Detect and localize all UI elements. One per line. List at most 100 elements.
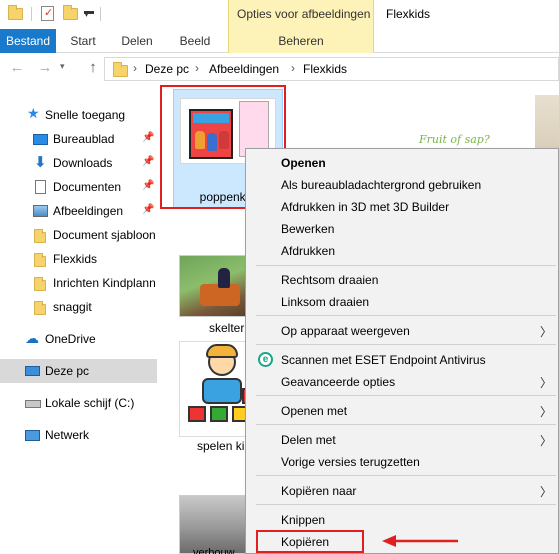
contextual-tab-header: Opties voor afbeeldingen: [228, 0, 374, 29]
menu-item-rotate-left[interactable]: Linksom draaien: [246, 291, 558, 313]
menu-separator: [256, 424, 556, 425]
network-icon: [25, 430, 40, 441]
menu-separator: [256, 475, 556, 476]
menu-separator: [256, 395, 556, 396]
ribbon-tabs: Bestand Start Delen Beeld Beheren: [0, 29, 559, 53]
folder-icon: [34, 229, 46, 246]
menu-separator: [256, 344, 556, 345]
annotation-highlight-box: [256, 530, 364, 553]
desktop-icon: [33, 134, 48, 145]
toolbar-separator: [100, 7, 101, 21]
nav-item-flexkids[interactable]: Flexkids: [0, 247, 157, 271]
cloud-icon: ☁: [25, 330, 39, 346]
tab-view[interactable]: Beeld: [172, 29, 218, 53]
nav-item-pictures[interactable]: Afbeeldingen 📌: [0, 199, 157, 223]
tab-start[interactable]: Start: [60, 29, 106, 53]
menu-item-advanced-options[interactable]: Geavanceerde opties 〉: [246, 371, 558, 393]
nav-item-documents[interactable]: Documenten 📌: [0, 175, 157, 199]
toolbar-separator: [31, 7, 32, 21]
tab-manage[interactable]: Beheren: [228, 29, 374, 53]
window-title: Flexkids: [386, 7, 431, 21]
nav-label: snaggit: [53, 300, 92, 314]
breadcrumb-separator-icon[interactable]: ›: [133, 61, 137, 75]
customize-toolbar-dropdown[interactable]: ▬ ▾: [84, 6, 94, 28]
forward-arrow-icon[interactable]: →: [36, 59, 54, 76]
folder-icon: [34, 253, 46, 270]
nav-label: Snelle toegang: [45, 108, 126, 122]
menu-item-open-with[interactable]: Openen met 〉: [246, 400, 558, 422]
menu-item-restore-versions[interactable]: Vorige versies terugzetten: [246, 451, 558, 473]
nav-item-local-disk[interactable]: Lokale schijf (C:): [0, 391, 157, 415]
menu-item-eset-scan[interactable]: e Scannen met ESET Endpoint Antivirus: [246, 349, 558, 371]
nav-label: OneDrive: [45, 332, 96, 346]
nav-item-document-template[interactable]: Document sjabloon: [0, 223, 157, 247]
file-name[interactable]: spelen ki: [197, 439, 244, 453]
up-arrow-icon[interactable]: ↑: [84, 59, 102, 76]
breadcrumb-this-pc[interactable]: Deze pc: [145, 62, 189, 76]
tab-file[interactable]: Bestand: [0, 29, 56, 53]
back-arrow-icon[interactable]: ←: [8, 59, 26, 76]
menu-separator: [256, 265, 556, 266]
documents-icon: [35, 180, 46, 194]
pin-icon: 📌: [142, 132, 155, 143]
nav-label: Downloads: [53, 156, 113, 170]
nav-label: Inrichten Kindplann: [53, 276, 156, 290]
address-row: ← → ▾ ↑ › Deze pc › Afbeeldingen › Flexk…: [0, 53, 559, 85]
folder-icon: [34, 277, 46, 294]
menu-item-cut[interactable]: Knippen: [246, 509, 558, 531]
breadcrumb-separator-icon[interactable]: ›: [195, 61, 199, 75]
tab-share[interactable]: Delen: [114, 29, 160, 53]
submenu-arrow-icon: 〉: [540, 376, 553, 390]
nav-item-downloads[interactable]: ⬇ Downloads 📌: [0, 151, 157, 175]
menu-item-print-3d[interactable]: Afdrukken in 3D met 3D Builder: [246, 196, 558, 218]
nav-quick-access[interactable]: ★ Snelle toegang: [0, 103, 157, 127]
nav-label: Bureaublad: [53, 132, 115, 146]
nav-item-onedrive[interactable]: ☁ OneDrive: [0, 327, 157, 351]
menu-item-share-with[interactable]: Delen met 〉: [246, 429, 558, 451]
nav-item-network[interactable]: Netwerk: [0, 423, 157, 447]
quick-access-toolbar: ▬▾ Opties voor afbeeldingen Flexkids: [0, 0, 559, 29]
nav-label: Netwerk: [45, 428, 90, 442]
menu-separator: [256, 315, 556, 316]
menu-separator: [256, 504, 556, 505]
menu-item-print[interactable]: Afdrukken: [246, 240, 558, 262]
new-folder-icon[interactable]: [63, 5, 78, 22]
menu-item-edit[interactable]: Bewerken: [246, 218, 558, 240]
nav-label: Deze pc: [45, 364, 90, 378]
nav-label: Flexkids: [53, 252, 98, 266]
nav-item-this-pc[interactable]: Deze pc: [0, 359, 157, 383]
recent-locations-dropdown-icon[interactable]: ▾: [60, 61, 65, 72]
submenu-arrow-icon: 〉: [540, 405, 553, 419]
file-name[interactable]: skelter: [209, 321, 244, 335]
menu-item-rotate-right[interactable]: Rechtsom draaien: [246, 269, 558, 291]
submenu-arrow-icon: 〉: [540, 325, 553, 339]
menu-item-open[interactable]: Openen: [246, 152, 558, 174]
folder-icon: [113, 62, 128, 80]
menu-item-copy-to[interactable]: Kopiëren naar 〉: [246, 480, 558, 502]
nav-label: Afbeeldingen: [53, 204, 124, 218]
nav-label: Documenten: [53, 180, 122, 194]
submenu-arrow-icon: 〉: [540, 485, 553, 499]
file-thumbnail-verbouw[interactable]: [179, 495, 251, 554]
annotation-arrow-icon: [382, 535, 458, 547]
nav-item-snaggit[interactable]: snaggit: [0, 295, 157, 319]
file-name[interactable]: verbouw: [193, 547, 235, 554]
nav-label: Document sjabloon: [53, 228, 156, 242]
folder-icon[interactable]: [8, 5, 23, 22]
properties-icon[interactable]: [41, 6, 54, 21]
address-bar[interactable]: › Deze pc › Afbeeldingen › Flexkids: [104, 57, 559, 81]
pin-icon: 📌: [142, 156, 155, 167]
pin-icon: 📌: [142, 180, 155, 191]
navigation-pane: ★ Snelle toegang Bureaublad 📌 ⬇ Download…: [0, 95, 157, 554]
menu-item-set-background[interactable]: Als bureaubladachtergrond gebruiken: [246, 174, 558, 196]
computer-icon: [25, 366, 40, 376]
breadcrumb-pictures[interactable]: Afbeeldingen: [209, 62, 279, 76]
context-menu: Openen Als bureaubladachtergrond gebruik…: [245, 148, 559, 554]
nav-item-kindplanner[interactable]: Inrichten Kindplann: [0, 271, 157, 295]
menu-item-cast-to-device[interactable]: Op apparaat weergeven 〉: [246, 320, 558, 342]
nav-item-desktop[interactable]: Bureaublad 📌: [0, 127, 157, 151]
breadcrumb-flexkids[interactable]: Flexkids: [303, 62, 347, 76]
downloads-icon: ⬇: [34, 154, 47, 171]
breadcrumb-separator-icon[interactable]: ›: [291, 61, 295, 75]
drive-icon: [25, 400, 41, 408]
